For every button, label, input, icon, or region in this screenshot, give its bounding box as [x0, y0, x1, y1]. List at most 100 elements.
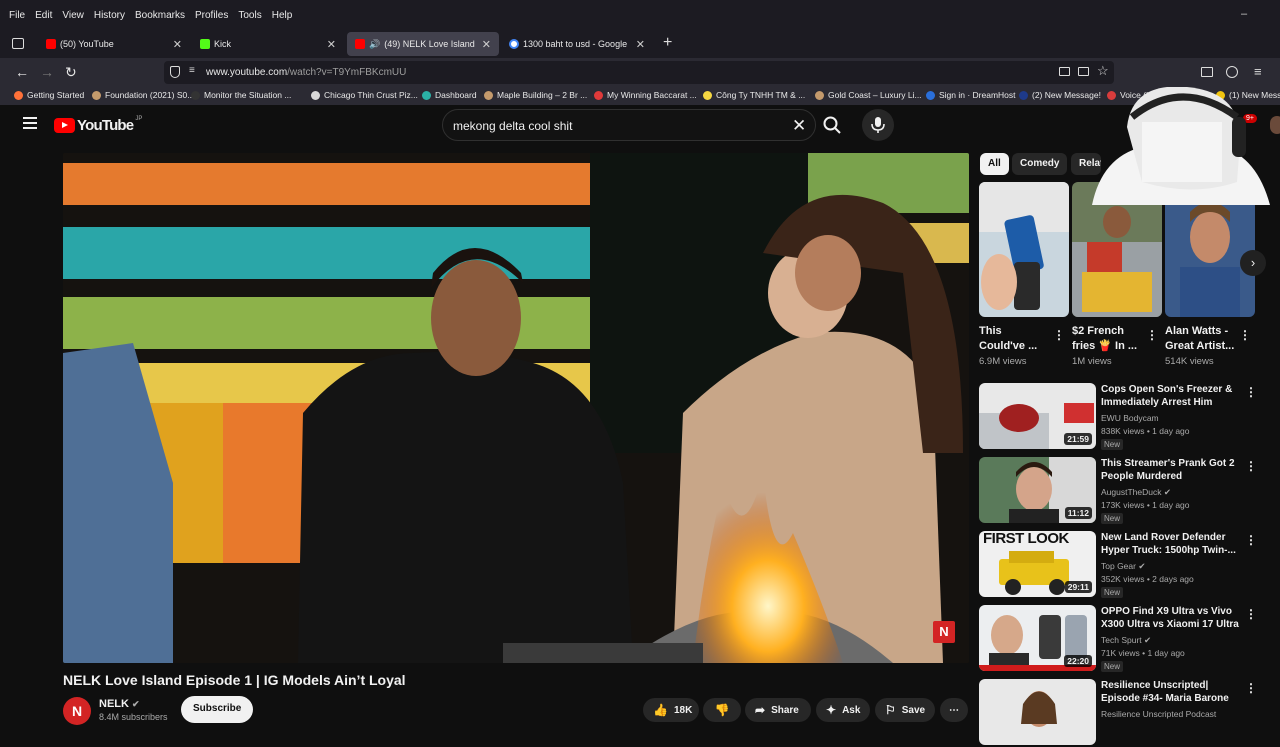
- channel-watermark[interactable]: N: [933, 621, 955, 643]
- address-bar[interactable]: ≡ www.youtube.com/watch?v=T9YmFBKcmUU ☆: [164, 61, 1114, 84]
- more-actions-button[interactable]: ⋯: [940, 698, 968, 722]
- bookmark-item[interactable]: Foundation (2021) S0...: [92, 90, 194, 100]
- bookmark-item[interactable]: Gold Coast – Luxury Li...: [815, 90, 922, 100]
- shorts-next-button[interactable]: ›: [1240, 250, 1266, 276]
- recommendation-item[interactable]: 21:59 Cops Open Son's Freezer & Immediat…: [979, 383, 1269, 451]
- tab-youtube[interactable]: (50) YouTube ✕: [38, 32, 190, 56]
- menu-edit[interactable]: Edit: [30, 10, 57, 21]
- menu-icon[interactable]: ≡: [1254, 64, 1262, 79]
- clear-search-icon[interactable]: ✕: [792, 116, 806, 136]
- video-thumbnail[interactable]: 22:20: [979, 605, 1096, 671]
- recommendation-item[interactable]: FIRST LOOK 29:11 New Land Rover Defender…: [979, 531, 1269, 599]
- back-icon[interactable]: ←: [15, 64, 29, 80]
- channel-name[interactable]: NELK ✔: [99, 698, 140, 710]
- account-avatar[interactable]: [1270, 116, 1280, 134]
- more-vert-icon[interactable]: ⋮: [1245, 459, 1257, 473]
- more-vert-icon[interactable]: ⋮: [1053, 328, 1065, 342]
- more-vert-icon[interactable]: ⋮: [1245, 533, 1257, 547]
- close-tab-icon[interactable]: ✕: [482, 38, 491, 51]
- dislike-button[interactable]: 👎: [703, 698, 741, 722]
- sidebar-toggle-icon[interactable]: [1201, 67, 1213, 77]
- bookmark-item[interactable]: Công Ty TNHH TM & ...: [703, 90, 805, 100]
- bookmark-star-icon[interactable]: ☆: [1097, 63, 1109, 79]
- bookmark-item[interactable]: My Winning Baccarat ...: [594, 90, 697, 100]
- new-tab-icon[interactable]: +: [663, 34, 672, 52]
- voice-search-button[interactable]: [862, 109, 894, 141]
- recommendation-item[interactable]: 11:12 This Streamer's Prank Got 2 People…: [979, 457, 1269, 525]
- video-thumbnail[interactable]: 21:59: [979, 383, 1096, 449]
- short-title[interactable]: This Could've ...: [979, 324, 1049, 354]
- close-tab-icon[interactable]: ✕: [636, 38, 645, 51]
- recommendation-title[interactable]: New Land Rover Defender Hyper Truck: 150…: [1101, 531, 1241, 557]
- reload-icon[interactable]: ↻: [65, 64, 77, 80]
- chip-all[interactable]: All: [980, 153, 1009, 175]
- menu-profiles[interactable]: Profiles: [190, 10, 233, 21]
- recommendation-item[interactable]: 22:20 OPPO Find X9 Ultra vs Vivo X300 Ul…: [979, 605, 1269, 673]
- speaker-icon[interactable]: 🔊: [369, 39, 380, 50]
- recommendation-title[interactable]: This Streamer's Prank Got 2 People Murde…: [1101, 457, 1241, 483]
- short-item[interactable]: Alan Watts - Great Artist... 514K views …: [1165, 182, 1255, 367]
- chip-comedy[interactable]: Comedy: [1012, 153, 1068, 175]
- video-thumbnail[interactable]: FIRST LOOK 29:11: [979, 531, 1096, 597]
- more-vert-icon[interactable]: ⋮: [1245, 681, 1257, 695]
- recommendation-channel[interactable]: AugustTheDuck ✔: [1101, 487, 1171, 498]
- picture-in-picture-icon[interactable]: [1059, 67, 1070, 76]
- bookmark-item[interactable]: Sign in · DreamHost: [926, 90, 1016, 100]
- share-button[interactable]: ➦ Share: [745, 698, 811, 722]
- bookmark-item[interactable]: Getting Started: [14, 90, 84, 100]
- forward-icon[interactable]: →: [40, 64, 54, 80]
- video-player[interactable]: N: [63, 153, 969, 663]
- recommendation-title[interactable]: OPPO Find X9 Ultra vs Vivo X300 Ultra vs…: [1101, 605, 1241, 632]
- menu-tools[interactable]: Tools: [233, 10, 266, 21]
- bookmark-item[interactable]: Dashboard: [422, 90, 477, 100]
- menu-view[interactable]: View: [57, 10, 89, 21]
- recommendation-item[interactable]: Resilience Unscripted| Episode #34- Mari…: [979, 679, 1269, 747]
- microphone-icon: [871, 117, 885, 133]
- close-tab-icon[interactable]: ✕: [173, 38, 182, 51]
- tab-google-search[interactable]: 1300 baht to usd - Google Search ✕: [501, 32, 653, 56]
- menu-bookmarks[interactable]: Bookmarks: [130, 10, 190, 21]
- more-vert-icon[interactable]: ⋮: [1239, 328, 1251, 342]
- search-button[interactable]: [818, 111, 846, 139]
- menu-help[interactable]: Help: [267, 10, 298, 21]
- channel-avatar[interactable]: N: [63, 697, 91, 725]
- short-title[interactable]: $2 French fries 🍟 In ...: [1072, 324, 1142, 354]
- menu-history[interactable]: History: [89, 10, 130, 21]
- short-item[interactable]: This Could've ... 6.9M views ⋮: [979, 182, 1069, 367]
- recommendation-channel[interactable]: Top Gear ✔: [1101, 561, 1145, 572]
- more-vert-icon[interactable]: ⋮: [1245, 607, 1257, 621]
- tab-nelk-video[interactable]: 🔊 (49) NELK Love Island Episode 1 ✕: [347, 32, 499, 56]
- more-vert-icon[interactable]: ⋮: [1146, 328, 1158, 342]
- bookmark-item[interactable]: Monitor the Situation ...: [191, 90, 291, 100]
- tab-kick[interactable]: Kick ✕: [192, 32, 344, 56]
- recommendation-title[interactable]: Cops Open Son's Freezer & Immediately Ar…: [1101, 383, 1241, 409]
- tab-overview-icon[interactable]: [12, 38, 24, 49]
- recommendation-channel[interactable]: Resilience Unscripted Podcast: [1101, 709, 1216, 719]
- recommendation-title[interactable]: Resilience Unscripted| Episode #34- Mari…: [1101, 679, 1241, 705]
- subscribe-button[interactable]: Subscribe: [181, 696, 254, 723]
- like-button[interactable]: 👍 18K: [643, 698, 699, 722]
- close-tab-icon[interactable]: ✕: [327, 38, 336, 51]
- youtube-logo[interactable]: YouTube JP: [54, 116, 142, 134]
- bookmark-item[interactable]: Maple Building – 2 Br ...: [484, 90, 587, 100]
- account-icon[interactable]: [1226, 66, 1238, 78]
- shield-icon[interactable]: [170, 66, 180, 78]
- bookmark-item[interactable]: Chicago Thin Crust Piz...: [311, 90, 418, 100]
- more-vert-icon[interactable]: ⋮: [1245, 385, 1257, 399]
- guide-menu-icon[interactable]: [23, 117, 37, 132]
- menu-file[interactable]: File: [4, 10, 30, 21]
- recommendation-channel[interactable]: EWU Bodycam: [1101, 413, 1159, 423]
- ask-button[interactable]: ✦ Ask: [816, 698, 870, 722]
- save-button[interactable]: ⚐ Save: [875, 698, 935, 722]
- site-info-icon[interactable]: ≡: [189, 65, 195, 76]
- video-thumbnail[interactable]: [979, 679, 1096, 745]
- recommendation-channel[interactable]: Tech Spurt ✔: [1101, 635, 1151, 646]
- search-input[interactable]: mekong delta cool shit: [453, 119, 572, 133]
- short-title[interactable]: Alan Watts - Great Artist...: [1165, 324, 1235, 354]
- short-thumbnail[interactable]: [979, 182, 1069, 317]
- minimize-icon[interactable]: –: [1241, 8, 1247, 20]
- short-item[interactable]: $2 French fries 🍟 In ... 1M views ⋮: [1072, 182, 1162, 367]
- video-thumbnail[interactable]: 11:12: [979, 457, 1096, 523]
- screenshot-icon[interactable]: [1078, 67, 1089, 76]
- search-box[interactable]: mekong delta cool shit ✕: [442, 109, 816, 141]
